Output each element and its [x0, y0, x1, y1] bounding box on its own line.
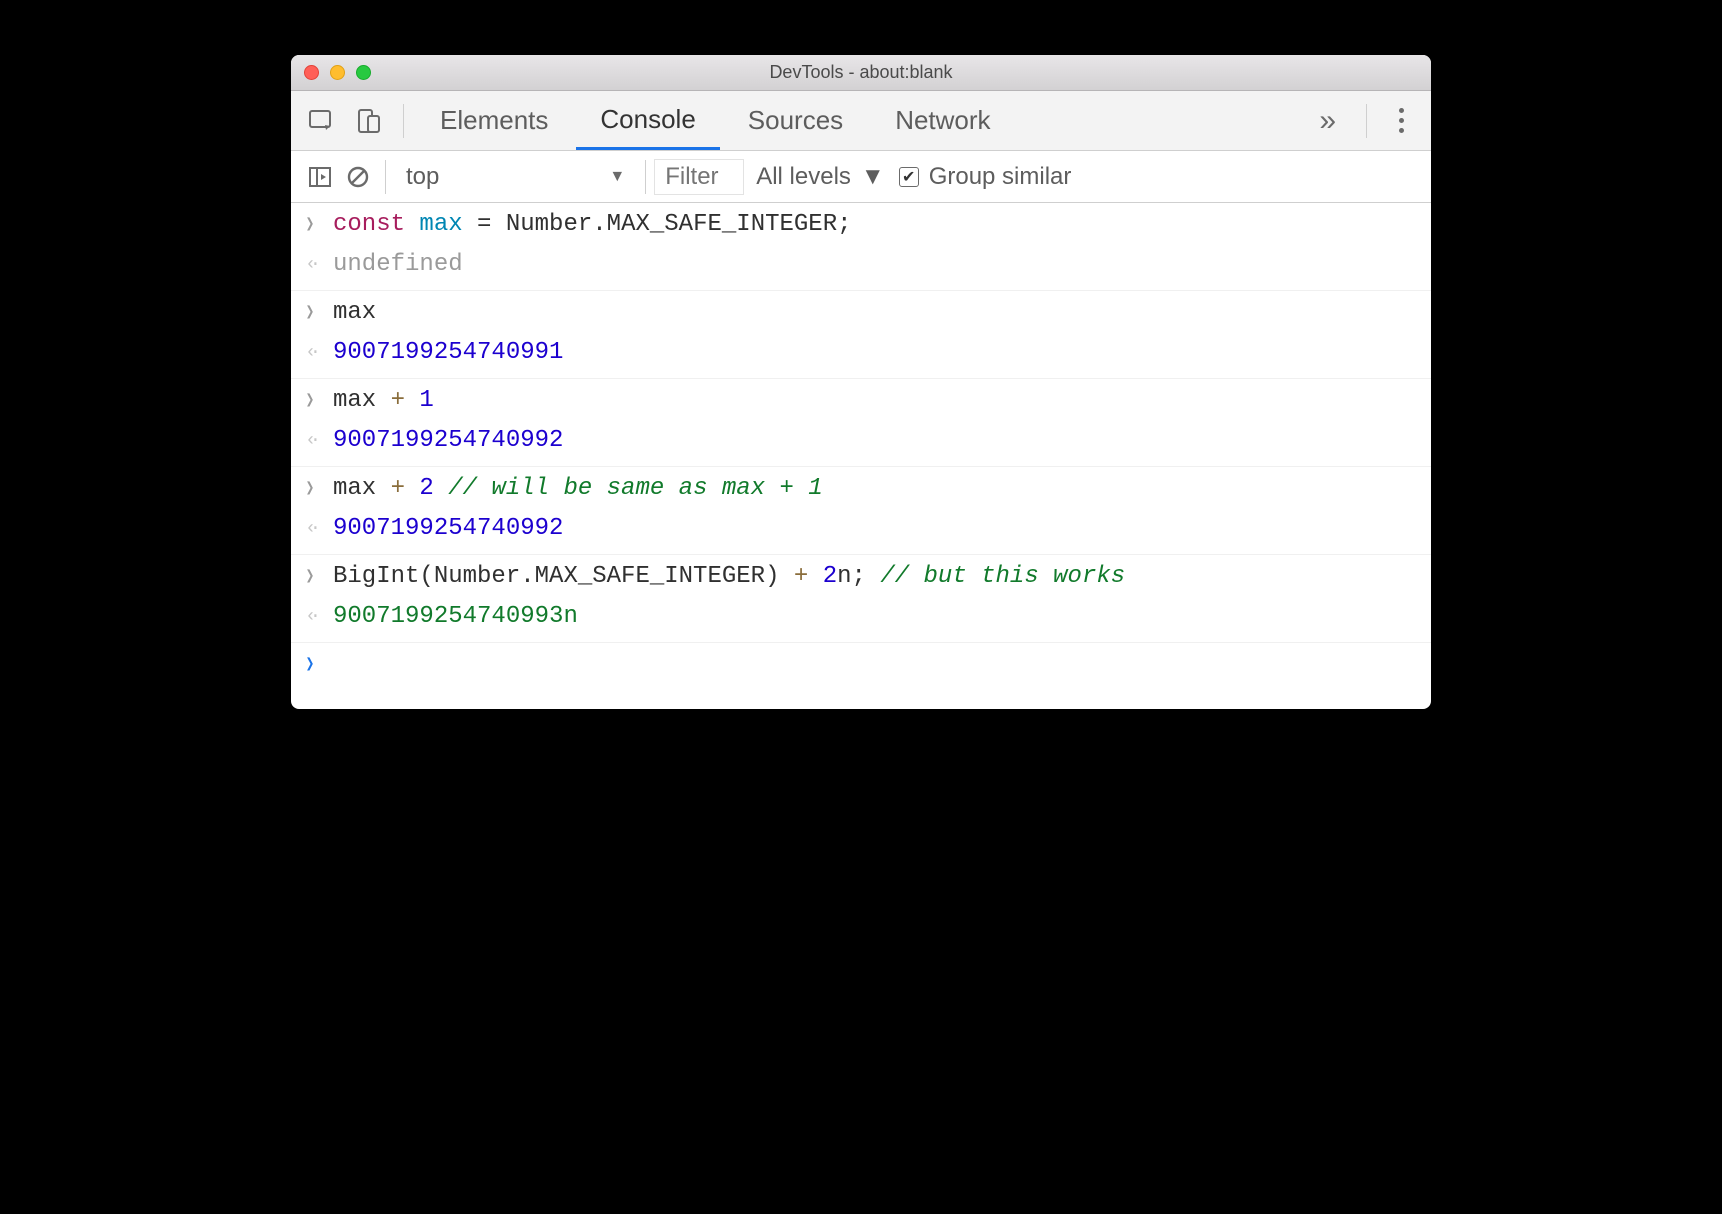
input-prompt-icon: ❯ [303, 299, 317, 327]
divider [385, 160, 386, 194]
console-output: ❯ const max = Number.MAX_SAFE_INTEGER; ‹· u… [291, 203, 1431, 709]
context-selector-label: top [406, 163, 439, 191]
more-tabs-icon[interactable]: » [1301, 104, 1354, 138]
console-toolbar: top ▼ All levels ▼ ✔ Group similar [291, 151, 1431, 203]
checkbox-icon: ✔ [899, 167, 919, 187]
show-console-sidebar-icon[interactable] [301, 158, 339, 196]
console-input-row: ❯ max [291, 291, 1431, 335]
output-arrow-icon: ‹· [301, 515, 319, 543]
input-prompt-icon: ❯ [303, 475, 317, 503]
console-output-row: ‹· 9007199254740991 [291, 335, 1431, 379]
console-input-code: max [333, 299, 1419, 326]
log-level-selector[interactable]: All levels ▼ [756, 163, 884, 191]
console-input-code: const max = Number.MAX_SAFE_INTEGER; [333, 211, 1419, 238]
console-input-code: max + 2 // will be same as max + 1 [333, 475, 1419, 502]
output-arrow-icon: ‹· [301, 339, 319, 367]
divider [403, 104, 404, 138]
dropdown-triangle-icon: ▼ [609, 168, 625, 186]
input-prompt-icon: ❯ [303, 211, 317, 239]
console-output-row: ‹· 9007199254740993n [291, 599, 1431, 643]
console-output-row: ‹· 9007199254740992 [291, 511, 1431, 555]
window-titlebar: DevTools - about:blank [291, 55, 1431, 91]
clear-console-icon[interactable] [339, 158, 377, 196]
input-prompt-icon: ❯ [303, 387, 317, 415]
console-output-value: 9007199254740992 [333, 515, 1419, 542]
output-arrow-icon: ‹· [301, 427, 319, 455]
tab-network[interactable]: Network [871, 91, 1014, 150]
console-input-row: ❯ const max = Number.MAX_SAFE_INTEGER; [291, 203, 1431, 247]
console-output-row: ‹· 9007199254740992 [291, 423, 1431, 467]
device-toolbar-icon[interactable] [347, 99, 391, 143]
window-controls [291, 65, 371, 80]
divider [645, 160, 646, 194]
console-output-value: undefined [333, 251, 1419, 278]
zoom-window-button[interactable] [356, 65, 371, 80]
minimize-window-button[interactable] [330, 65, 345, 80]
tab-sources[interactable]: Sources [724, 91, 867, 150]
log-level-label: All levels [756, 163, 851, 191]
window-title: DevTools - about:blank [291, 62, 1431, 83]
divider [1366, 104, 1367, 138]
tab-elements[interactable]: Elements [416, 91, 572, 150]
console-input-row: ❯ max + 2 // will be same as max + 1 [291, 467, 1431, 511]
group-similar-label: Group similar [929, 163, 1072, 191]
console-live-prompt[interactable]: ❯ [291, 643, 1431, 687]
filter-input[interactable] [654, 159, 744, 195]
console-input-row: ❯ BigInt(Number.MAX_SAFE_INTEGER) + 2n; /… [291, 555, 1431, 599]
input-prompt-icon: ❯ [303, 563, 317, 591]
console-output-row: ‹· undefined [291, 247, 1431, 291]
devtools-window: DevTools - about:blank ElementsConsoleSo… [291, 55, 1431, 709]
panel-tabstrip: ElementsConsoleSourcesNetwork » [291, 91, 1431, 151]
console-input-row: ❯ max + 1 [291, 379, 1431, 423]
output-arrow-icon: ‹· [301, 251, 319, 279]
console-output-value: 9007199254740993n [333, 603, 1419, 630]
console-output-value: 9007199254740992 [333, 427, 1419, 454]
close-window-button[interactable] [304, 65, 319, 80]
group-similar-toggle[interactable]: ✔ Group similar [899, 163, 1072, 191]
console-output-value: 9007199254740991 [333, 339, 1419, 366]
console-input-code: BigInt(Number.MAX_SAFE_INTEGER) + 2n; //… [333, 563, 1419, 590]
settings-menu-icon[interactable] [1379, 99, 1423, 143]
input-prompt-icon: ❯ [303, 651, 317, 679]
tab-console[interactable]: Console [576, 91, 719, 150]
context-selector[interactable]: top ▼ [394, 158, 637, 196]
inspect-element-icon[interactable] [299, 99, 343, 143]
output-arrow-icon: ‹· [301, 603, 319, 631]
dropdown-triangle-icon: ▼ [861, 163, 885, 191]
console-input-code: max + 1 [333, 387, 1419, 414]
